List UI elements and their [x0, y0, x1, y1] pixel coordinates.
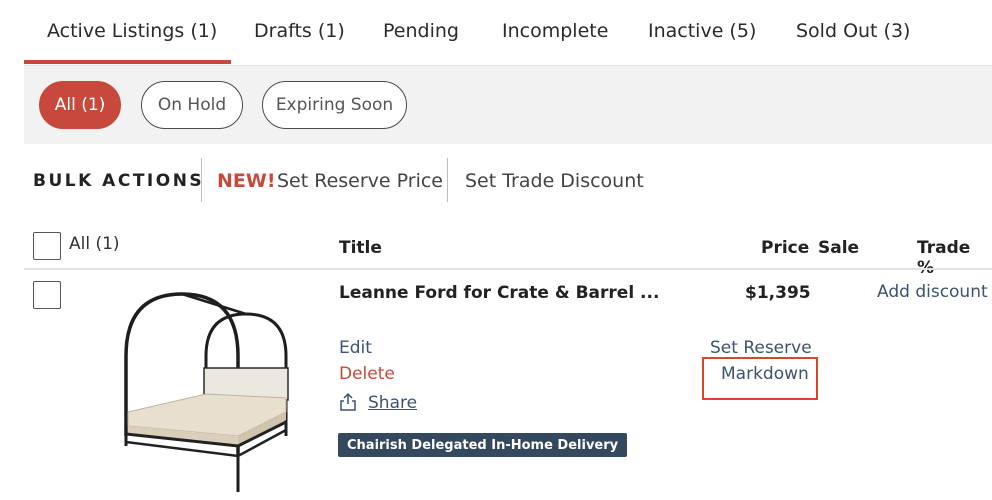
header-divider	[24, 268, 992, 270]
share-link[interactable]: Share	[368, 393, 417, 413]
filter-on-hold[interactable]: On Hold	[141, 81, 243, 129]
tab-drafts[interactable]: Drafts (1)	[254, 20, 345, 42]
listing-status-tabs: Active Listings (1) Drafts (1) Pending I…	[24, 0, 992, 66]
edit-link[interactable]: Edit	[339, 338, 372, 358]
tab-incomplete[interactable]: Incomplete	[502, 20, 608, 42]
filter-expiring-soon[interactable]: Expiring Soon	[262, 81, 407, 129]
filter-all[interactable]: All (1)	[39, 81, 121, 129]
set-reserve-link[interactable]: Set Reserve	[710, 338, 812, 358]
active-tab-indicator	[24, 60, 231, 64]
listing-title[interactable]: Leanne Ford for Crate & Barrel ...	[339, 283, 659, 303]
delivery-badge: Chairish Delegated In-Home Delivery	[338, 433, 628, 457]
tab-inactive[interactable]: Inactive (5)	[648, 20, 756, 42]
set-trade-discount-button[interactable]: Set Trade Discount	[465, 170, 644, 192]
row-checkbox[interactable]	[33, 281, 61, 309]
divider	[201, 158, 202, 202]
tab-sold-out[interactable]: Sold Out (3)	[796, 20, 910, 42]
share-icon[interactable]	[339, 392, 357, 412]
column-header-trade: Trade %	[917, 238, 971, 278]
filter-bar: All (1) On Hold Expiring Soon	[24, 66, 992, 144]
select-all-label: All (1)	[69, 234, 120, 254]
set-reserve-price-button[interactable]: Set Reserve Price	[277, 170, 443, 192]
delete-link[interactable]: Delete	[339, 364, 395, 384]
column-header-price: Price	[761, 238, 810, 258]
tab-pending[interactable]: Pending	[383, 20, 459, 42]
column-header-sale: Sale	[818, 238, 860, 258]
column-header-title: Title	[339, 238, 382, 258]
add-discount-link[interactable]: Add discount	[877, 282, 988, 302]
listing-price: $1,395	[745, 283, 811, 303]
divider	[447, 158, 448, 202]
new-badge: NEW!	[217, 170, 276, 192]
tab-active-listings[interactable]: Active Listings (1)	[47, 20, 217, 42]
markdown-link[interactable]: Markdown	[721, 364, 809, 384]
bulk-actions-label: BULK ACTIONS	[33, 171, 205, 191]
select-all-checkbox[interactable]	[33, 232, 61, 260]
canopy-bed-image[interactable]	[110, 286, 310, 496]
